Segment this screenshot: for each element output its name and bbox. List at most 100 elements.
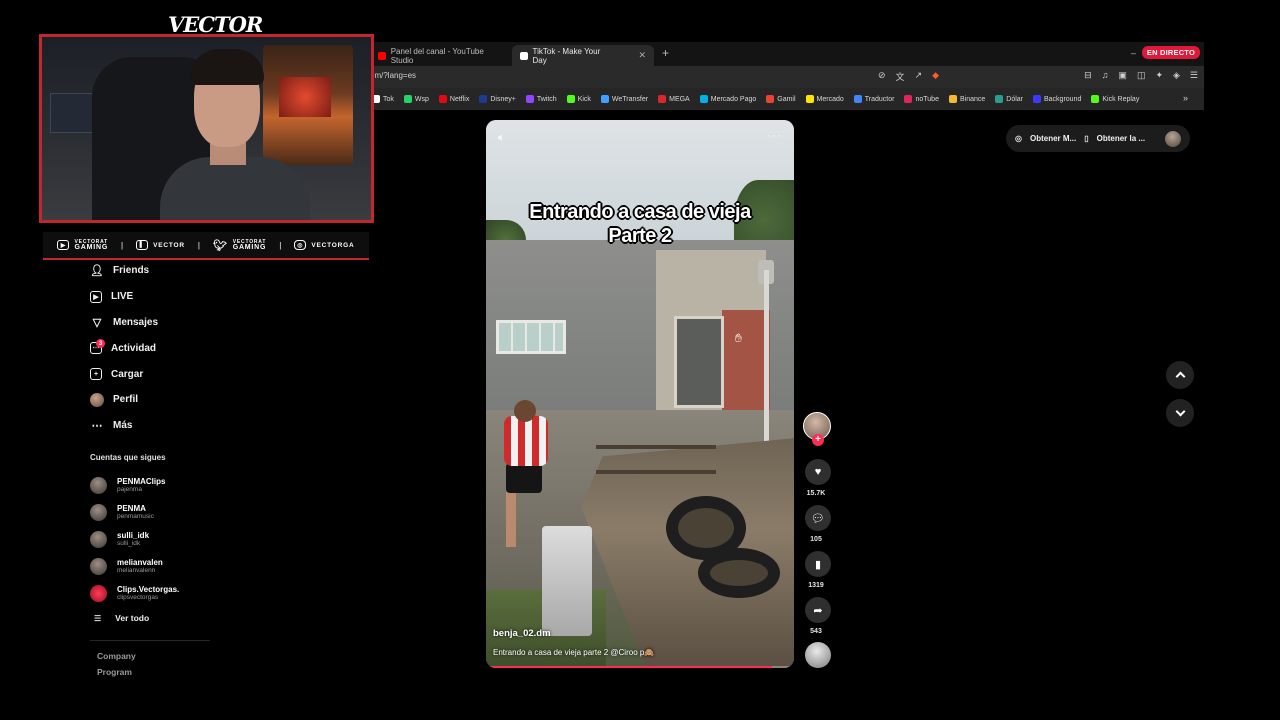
volume-icon[interactable]: 🔈︎	[498, 130, 505, 145]
translate-icon[interactable]: 文	[896, 70, 905, 83]
bookmark-item[interactable]: Netflix	[438, 95, 469, 103]
bookmark-item[interactable]: Tok	[372, 95, 394, 103]
avatar	[90, 531, 107, 548]
sidebar-nav: 👤︎ Friends ▶ LIVE ▽ Mensajes ⋯ 3 Activida…	[90, 258, 210, 439]
account-name: melianvalen	[117, 558, 163, 567]
bookmark-icon: ▮	[814, 558, 822, 571]
bookmark-favicon-icon	[479, 95, 488, 103]
bookmarks-more-button[interactable]: »	[1183, 93, 1188, 103]
bookmark-favicon-icon	[403, 95, 412, 103]
bookmark-item[interactable]: Kick	[566, 95, 591, 103]
video-overlay-title: Entrando a casa de vieja Parte 2	[486, 200, 794, 248]
sidebar-item-more[interactable]: ⋯ Más	[90, 413, 210, 439]
no-track-icon[interactable]: ⊘	[878, 70, 886, 83]
following-account[interactable]: PENMA penmamusic	[90, 499, 210, 526]
bookmark-item[interactable]: MEGA	[658, 95, 690, 103]
next-video-button[interactable]	[1166, 399, 1194, 427]
bookmark-label: Tok	[383, 95, 394, 103]
music-disc-avatar[interactable]	[805, 642, 831, 668]
avatar	[90, 558, 107, 575]
reader-icon[interactable]: ⊟	[1084, 70, 1092, 81]
chevron-up-icon	[1175, 371, 1185, 382]
share-button[interactable]: ➦	[805, 597, 831, 623]
sidebar-item-live[interactable]: ▶ LIVE	[90, 284, 210, 310]
previous-video-button[interactable]	[1166, 361, 1194, 389]
sidebar-item-profile[interactable]: Perfil	[90, 387, 210, 413]
save-button[interactable]: ▮	[805, 551, 831, 577]
get-app-button[interactable]: Obtener M...	[1030, 134, 1076, 143]
video-author[interactable]: benja_02.dm	[493, 628, 551, 639]
brave-shield-icon[interactable]: ◆	[932, 70, 939, 83]
url-text[interactable]: om/?lang=es	[370, 71, 416, 80]
sidebar-item-upload[interactable]: + Cargar	[90, 361, 210, 387]
bookmark-item[interactable]: Disney+	[479, 95, 516, 103]
wallet-icon[interactable]: ◫	[1137, 70, 1146, 81]
get-mobile-button[interactable]: Obtener la ...	[1097, 134, 1145, 143]
footer-company-link[interactable]: Company	[97, 651, 136, 661]
video-more-icon[interactable]: ···	[767, 128, 782, 142]
boy-head	[514, 400, 536, 422]
bookmark-item[interactable]: Mercado Pago	[699, 95, 756, 103]
bookmark-item[interactable]: Kick Replay	[1091, 95, 1139, 103]
sidebar-item-label: Friends	[113, 265, 150, 277]
following-account[interactable]: melianvalen melianvalenn	[90, 553, 210, 580]
close-tab-icon[interactable]: ✕	[638, 50, 646, 61]
bookmark-favicon-icon	[904, 95, 913, 103]
new-tab-button[interactable]: +	[662, 46, 669, 60]
mouse-cursor-icon: ✋︎	[735, 331, 742, 345]
following-account[interactable]: Clips.Vectorgas. clipsvectorgas	[90, 580, 210, 607]
sidebar-icon[interactable]: ▣	[1118, 70, 1127, 81]
sidebar-item-label: Cargar	[111, 368, 144, 380]
boy-leg	[506, 492, 516, 547]
bookmark-label: Twitch	[536, 95, 557, 103]
menu-icon[interactable]: ☰	[1190, 70, 1198, 81]
tab-youtube-studio[interactable]: Panel del canal - YouTube Studio	[370, 45, 512, 66]
social-youtube: ▶ VECTORAT GAMING	[57, 239, 108, 251]
bookmark-item[interactable]: Background	[1033, 95, 1081, 103]
footer-program-link[interactable]: Program	[97, 667, 132, 677]
social-label: VECTOR	[153, 241, 185, 249]
bookmark-item[interactable]: Dólar	[995, 95, 1023, 103]
bookmark-item[interactable]: WeTransfer	[600, 95, 648, 103]
bookmark-label: noTube	[915, 95, 939, 103]
comment-button[interactable]: 💬︎	[805, 505, 831, 531]
webcam-monitor	[50, 93, 98, 133]
sidebar-item-activity[interactable]: ⋯ 3 Actividad	[90, 335, 210, 361]
video-window	[496, 320, 566, 354]
minimize-button[interactable]: –	[1131, 48, 1136, 58]
browser-window: Panel del canal - YouTube Studio TikTok …	[366, 42, 1204, 110]
bookmark-label: Disney+	[490, 95, 516, 103]
address-bar[interactable]: om/?lang=es ⊟ ♫ ▣ ◫ ✦ ◈ ☰ ⊘ 文 ↗ ◆	[366, 66, 1204, 88]
bookmark-item[interactable]: Mercado	[805, 95, 844, 103]
vpn-icon[interactable]: ◈	[1173, 70, 1180, 81]
following-account[interactable]: PENMAClips pajenma	[90, 472, 210, 499]
follow-plus-icon[interactable]: +	[812, 434, 824, 446]
video-player[interactable]: Entrando a casa de vieja Parte 2 🔈︎ ··· …	[486, 120, 794, 668]
activity-icon: ⋯ 3	[90, 339, 105, 355]
address-bar-icons: ⊟ ♫ ▣ ◫ ✦ ◈ ☰	[1084, 70, 1198, 81]
bookmark-item[interactable]: Binance	[948, 95, 985, 103]
youtube-icon	[378, 51, 386, 60]
video-progress-bar[interactable]	[486, 666, 794, 668]
bookmark-item[interactable]: noTube	[904, 95, 939, 103]
bookmarks-bar: Tok Wsp Netflix Disney+ Twitch Kick WeTransfer…	[366, 88, 1204, 110]
bookmark-favicon-icon	[766, 95, 775, 103]
like-count: 15.7K	[806, 490, 826, 497]
user-avatar[interactable]	[1165, 130, 1181, 147]
extension-icon[interactable]: ✦	[1155, 70, 1163, 81]
sidebar-item-messages[interactable]: ▽ Mensajes	[90, 310, 210, 336]
see-all-label: Ver todo	[115, 613, 150, 623]
bookmark-item[interactable]: Wsp	[403, 95, 429, 103]
youtube-icon: ▶	[57, 240, 70, 250]
bookmark-item[interactable]: Twitch	[525, 95, 557, 103]
music-icon[interactable]: ♫	[1102, 70, 1109, 81]
sidebar-item-friends[interactable]: 👤︎ Friends	[90, 258, 210, 284]
tab-tiktok[interactable]: TikTok - Make Your Day ✕	[512, 45, 654, 66]
bookmark-item[interactable]: Gamil	[766, 95, 796, 103]
share-icon[interactable]: ↗	[915, 70, 923, 83]
see-all-button[interactable]: ☰ Ver todo	[94, 613, 149, 623]
bookmark-item[interactable]: Traductor	[853, 95, 894, 103]
divider: |	[197, 240, 200, 250]
following-account[interactable]: sulli_idk sulli_idk	[90, 526, 210, 553]
like-button[interactable]: ♥	[805, 459, 831, 485]
